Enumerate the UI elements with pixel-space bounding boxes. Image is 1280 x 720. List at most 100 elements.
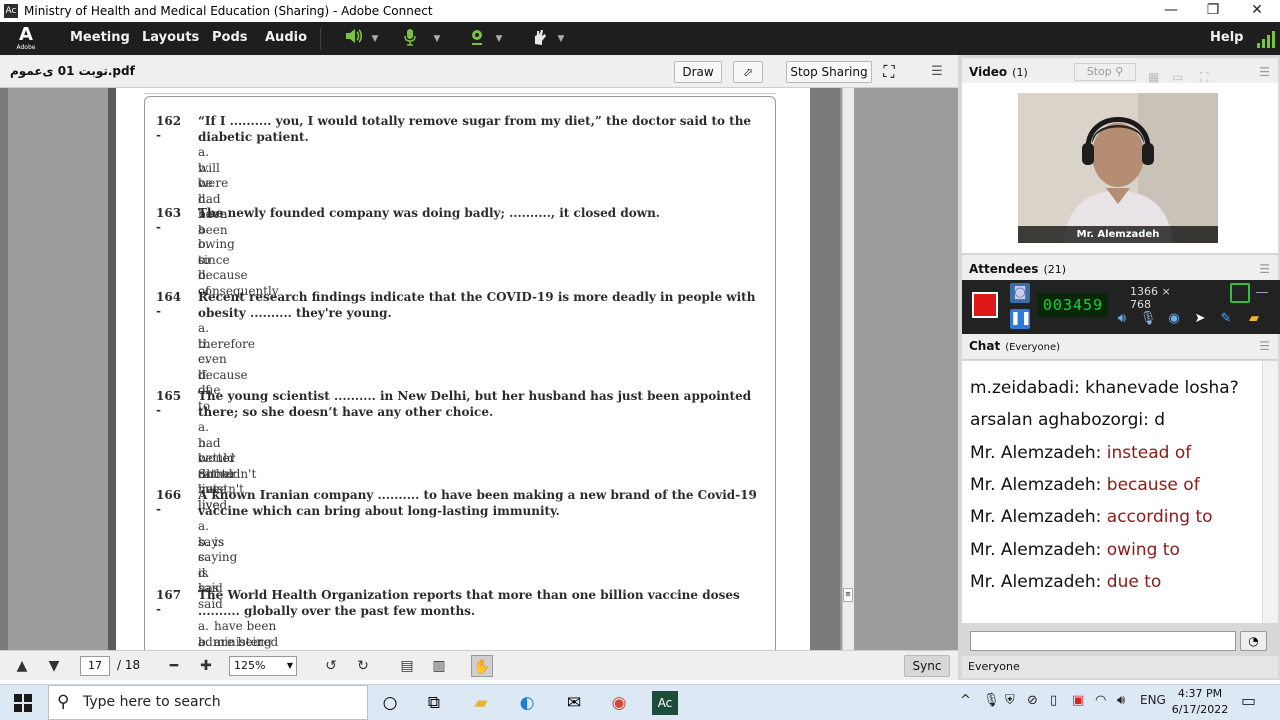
pointer-toggle-icon[interactable]: ⬀ xyxy=(733,61,763,83)
video-pod-header: Video (1) Stop ⚲ ▦ ▭ ⛶ ☰ xyxy=(962,58,1278,86)
menu-audio[interactable]: Audio xyxy=(265,22,307,55)
scrollbar-thumb[interactable]: ≡ xyxy=(843,588,853,602)
rotate-left-icon[interactable]: ↺ xyxy=(320,655,342,677)
previous-box-edge xyxy=(144,88,776,94)
tray-microphone-icon[interactable]: 🎙︎ xyxy=(983,693,1000,708)
edge-browser-icon[interactable]: ◐ xyxy=(514,691,540,715)
multi-page-view-icon[interactable]: ▥ xyxy=(428,655,450,677)
next-page-icon[interactable]: ▼ xyxy=(43,655,65,677)
tray-usb-icon[interactable]: ▯ xyxy=(1050,693,1057,708)
close-button[interactable]: ✕ xyxy=(1235,0,1279,22)
previous-page-icon[interactable]: ▲ xyxy=(11,655,33,677)
menu-meeting[interactable]: Meeting xyxy=(70,22,130,55)
mail-icon[interactable]: ✉ xyxy=(561,691,587,715)
tray-wifi-icon[interactable]: ◠ xyxy=(1095,693,1106,708)
chat-pod-menu-icon[interactable]: ☰ xyxy=(1259,332,1270,360)
filmstrip-view-icon[interactable]: ▭ xyxy=(1172,63,1190,84)
show-hidden-icons-chevron-icon[interactable]: ^ xyxy=(960,693,971,708)
chat-send-icon[interactable]: ◔ xyxy=(1240,631,1267,651)
clock-date: 6/17/2022 xyxy=(1171,703,1229,716)
chat-message-input[interactable] xyxy=(970,631,1236,651)
fullscreen-icon[interactable]: ⛶ xyxy=(880,64,898,82)
raise-hand-icon[interactable] xyxy=(527,28,551,50)
taskbar-search-box[interactable]: ⚲ Type here to search xyxy=(48,685,368,720)
option-letter: d. xyxy=(198,191,210,206)
microphone-icon[interactable] xyxy=(398,28,422,50)
cursor-icon[interactable]: ➤ xyxy=(1190,309,1210,329)
menu-help[interactable]: Help xyxy=(1210,22,1243,55)
zoom-out-icon[interactable]: ━ xyxy=(163,655,185,677)
tray-recorder-icon[interactable]: ▣ xyxy=(1072,693,1084,708)
record-stop-icon[interactable] xyxy=(972,292,998,318)
video-pod-menu-icon[interactable]: ☰ xyxy=(1259,58,1270,86)
screenshot-camera-icon[interactable]: ◙ xyxy=(1010,283,1030,303)
tray-network-icon[interactable]: ⊘ xyxy=(1027,693,1038,708)
minimize-button[interactable]: — xyxy=(1149,0,1193,22)
zoom-select[interactable]: 125% ▼ xyxy=(229,656,297,676)
hand-tool-icon[interactable]: ✋ xyxy=(471,655,493,677)
chrome-browser-icon[interactable]: ◉ xyxy=(606,691,632,715)
pod-options-menu-icon[interactable]: ☰ xyxy=(928,64,946,82)
chat-message: Mr. Alemzadeh: owing to xyxy=(970,537,1180,563)
rotate-right-icon[interactable]: ↻ xyxy=(352,655,374,677)
zoom-chevron-down-icon[interactable]: ▼ xyxy=(287,657,293,675)
single-page-view-icon[interactable]: ▤ xyxy=(396,655,418,677)
attendees-pod-menu-icon[interactable]: ☰ xyxy=(1259,255,1270,283)
tray-volume-icon[interactable]: 🔊︎ xyxy=(1117,693,1125,708)
pen-draw-icon[interactable]: ✎ xyxy=(1216,309,1236,329)
recorder-mic-icon[interactable]: 🎙︎ xyxy=(1138,309,1158,329)
tray-security-icon[interactable]: ⛨ xyxy=(1005,693,1015,708)
draw-button[interactable]: Draw xyxy=(674,61,722,83)
minimize-recorder-icon[interactable]: — xyxy=(1252,283,1272,303)
status-menu-chevron-icon[interactable]: ▼ xyxy=(554,28,568,50)
task-view-icon[interactable]: ⧉ xyxy=(421,691,447,715)
taskbar-clock[interactable]: 4:37 PM 6/17/2022 xyxy=(1170,686,1230,718)
option-letter: b. xyxy=(198,634,210,649)
cortana-icon[interactable]: ○ xyxy=(377,691,403,715)
chat-scrollbar[interactable] xyxy=(1262,361,1278,623)
stop-video-button[interactable]: Stop ⚲ xyxy=(1074,63,1136,81)
video-pod-title: Video xyxy=(969,65,1008,79)
keyboard-language[interactable]: ENG xyxy=(1140,693,1166,707)
menu-pods[interactable]: Pods xyxy=(212,22,248,55)
option-letter: d. xyxy=(198,565,210,580)
chat-scope: (Everyone) xyxy=(1005,342,1061,353)
microphone-menu-chevron-icon[interactable]: ▼ xyxy=(430,28,444,50)
adobe-connect-taskbar-icon[interactable]: Ac xyxy=(652,691,678,715)
recording-resolution: 1366 × 768 xyxy=(1130,285,1171,311)
share-pod-footer: ▲ ▼ 17 / 18 ━ ✚ 125% ▼ ↺ ↻ ▤ ▥ ✋ Sync xyxy=(0,650,958,680)
system-audio-icon[interactable]: 🔊︎ xyxy=(1112,309,1132,329)
menu-layouts[interactable]: Layouts xyxy=(142,22,199,55)
folder-icon[interactable]: ▰ xyxy=(1244,309,1264,329)
restore-button[interactable]: ❐ xyxy=(1191,0,1235,22)
menu-bar: A Adobe Meeting Layouts Pods Audio ▼ ▼ ▼ … xyxy=(0,22,1280,55)
grid-view-icon[interactable]: ▦ xyxy=(1148,63,1166,84)
document-scrollbar[interactable] xyxy=(842,88,854,650)
speaker-icon[interactable] xyxy=(341,28,365,50)
stop-sharing-button[interactable]: Stop Sharing xyxy=(786,61,872,83)
viewport-right-gutter xyxy=(810,88,840,650)
chat-pod-title: Chat xyxy=(969,339,1001,353)
page-number-input[interactable]: 17 xyxy=(80,656,110,676)
participant-video[interactable]: Mr. Alemzadeh xyxy=(1018,93,1218,243)
zoom-in-icon[interactable]: ✚ xyxy=(195,655,217,677)
chat-text: d xyxy=(1154,410,1166,431)
chat-sender: Mr. Alemzadeh: xyxy=(970,442,1102,463)
video-fullscreen-icon[interactable]: ⛶ xyxy=(1200,63,1218,84)
sync-button[interactable]: Sync xyxy=(904,655,950,677)
recorder-webcam-icon[interactable]: ◉ xyxy=(1164,309,1184,329)
option-letter: c. xyxy=(198,352,209,366)
option-letter: a. xyxy=(198,619,209,633)
windows-start-icon[interactable] xyxy=(14,694,32,712)
speaker-menu-chevron-icon[interactable]: ▼ xyxy=(368,28,382,50)
notifications-icon[interactable]: ▭ xyxy=(1241,691,1256,710)
chat-sender: m.zeidabadi: xyxy=(970,378,1080,398)
file-explorer-icon[interactable]: ▰ xyxy=(468,691,494,715)
webcam-menu-chevron-icon[interactable]: ▼ xyxy=(492,28,506,50)
region-select-icon[interactable] xyxy=(1230,283,1250,303)
chat-recipient-selector[interactable]: Everyone xyxy=(962,656,1278,678)
chat-text: instead of xyxy=(1106,442,1192,463)
webcam-icon[interactable] xyxy=(465,28,489,50)
chat-text: owing to xyxy=(1106,539,1180,560)
pause-icon[interactable]: ❚❚ xyxy=(1010,309,1032,329)
